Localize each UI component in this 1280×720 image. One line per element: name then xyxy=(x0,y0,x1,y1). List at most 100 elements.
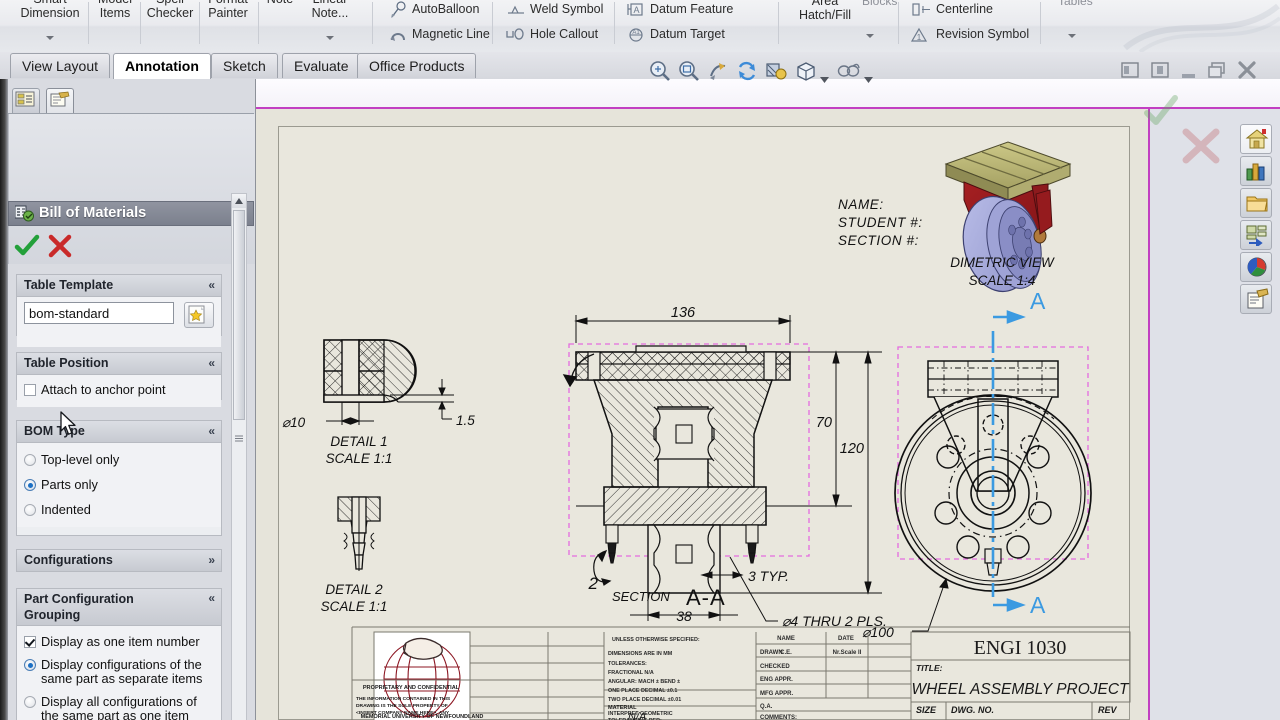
ribbon-item-weld-symbol[interactable]: Weld Symbol xyxy=(530,2,603,16)
custom-properties-icon[interactable] xyxy=(1240,284,1272,314)
ribbon-item-autoballoon[interactable]: AutoBalloon xyxy=(412,2,479,16)
centerline-icon[interactable] xyxy=(910,1,930,19)
radio-indented[interactable]: Indented xyxy=(24,503,214,517)
svg-text:A-A: A-A xyxy=(686,585,726,610)
radio-display-all-configs-one-item[interactable]: Display all configurations of the same p… xyxy=(24,695,214,720)
mouse-cursor xyxy=(60,411,78,442)
magnetic-line-icon[interactable] xyxy=(388,26,408,44)
hole-callout-icon[interactable] xyxy=(504,26,524,44)
view-toolbar xyxy=(256,79,1280,109)
svg-text:⌀100: ⌀100 xyxy=(862,624,894,640)
table-template-input[interactable] xyxy=(24,302,174,324)
chevron-down-icon[interactable] xyxy=(1068,34,1076,38)
property-manager-panel: Bill of Materials ? Table Template « xyxy=(0,79,256,720)
ribbon-item-centerline[interactable]: Centerline xyxy=(936,2,993,16)
ribbon-item-hole-callout[interactable]: Hole Callout xyxy=(530,27,598,41)
design-library-icon[interactable] xyxy=(1240,156,1272,186)
tab-sketch[interactable]: Sketch xyxy=(211,53,278,78)
property-manager-scrollbar[interactable] xyxy=(231,193,247,720)
engineering-drawing: NAME: STUDENT #: SECTION #: DIMETRIC VIE… xyxy=(282,141,1131,720)
tab-label: Office Products xyxy=(369,58,465,74)
section-header[interactable]: Table Position « xyxy=(17,353,221,375)
accept-check-icon[interactable] xyxy=(1142,94,1180,133)
revision-symbol-icon[interactable]: 1 xyxy=(908,26,928,44)
tb-qa-label: Q.A. xyxy=(760,704,773,710)
tab-office-products[interactable]: Office Products xyxy=(357,53,477,78)
ribbon-command-label: Area Hatch/Fill xyxy=(798,0,852,22)
detail-2-title: DETAIL 2 xyxy=(325,582,383,597)
radio-display-configs-separate-items[interactable]: Display configurations of the same part … xyxy=(24,658,214,686)
chevron-collapse-icon[interactable]: « xyxy=(208,590,215,606)
ribbon-command-linear-note[interactable]: Linear Note... xyxy=(304,0,356,20)
svg-text:SECTION: SECTION xyxy=(612,589,670,604)
ribbon-command-area-hatch-fill[interactable]: Area Hatch/Fill xyxy=(790,0,860,22)
ribbon-command-label: Linear Note... xyxy=(311,0,349,20)
cancel-x-icon[interactable] xyxy=(1180,127,1222,170)
tab-evaluate[interactable]: Evaluate xyxy=(282,53,361,78)
datum-feature-icon[interactable]: A xyxy=(626,1,646,19)
view-palette-icon[interactable] xyxy=(1240,220,1272,250)
tb-name-col: NAME xyxy=(777,636,795,642)
tab-label: Sketch xyxy=(223,58,266,74)
ribbon-item-label: Centerline xyxy=(936,2,993,16)
property-manager-confirm-bar xyxy=(14,234,134,260)
ribbon-command-model-items[interactable]: Model Items xyxy=(92,0,138,20)
autoballoon-icon[interactable] xyxy=(388,1,408,19)
ok-button[interactable] xyxy=(14,234,40,263)
appearances-scenes-icon[interactable] xyxy=(1240,252,1272,282)
ribbon-item-datum-feature[interactable]: Datum Feature xyxy=(650,2,733,16)
property-manager-tab[interactable] xyxy=(46,88,74,113)
ribbon-toolbar: Smart Dimension Model Items Spell Checke… xyxy=(0,0,1280,53)
chevron-collapse-icon[interactable]: « xyxy=(208,353,215,374)
section-header[interactable]: BOM Type « xyxy=(17,421,221,443)
checkbox-box xyxy=(24,636,36,648)
ribbon-command-smart-dimension[interactable]: Smart Dimension xyxy=(14,0,86,20)
file-explorer-icon[interactable] xyxy=(1240,188,1272,218)
weld-symbol-icon[interactable] xyxy=(506,1,526,19)
tb-company: ENGI 1030 xyxy=(974,637,1067,659)
tb-drawn-name: C.E. xyxy=(780,650,792,656)
ribbon-command-label: Note xyxy=(267,0,293,6)
section-header[interactable]: Configurations » xyxy=(17,550,221,571)
section-header[interactable]: Table Template « xyxy=(17,275,221,297)
scrollbar-thumb[interactable] xyxy=(233,210,245,420)
drawing-sheet[interactable]: NAME: STUDENT #: SECTION #: DIMETRIC VIE… xyxy=(256,109,1150,720)
cancel-button[interactable] xyxy=(47,234,73,263)
radio-parts-only[interactable]: Parts only xyxy=(24,478,214,492)
ribbon-item-revision-symbol[interactable]: Revision Symbol xyxy=(936,27,1029,41)
tab-view-layout[interactable]: View Layout xyxy=(10,53,111,78)
chevron-down-icon[interactable] xyxy=(866,34,874,38)
chevron-down-icon[interactable] xyxy=(326,36,334,40)
ribbon-command-note[interactable]: Note xyxy=(262,0,298,6)
favorite-star-icon[interactable] xyxy=(184,302,214,328)
ribbon-item-datum-target[interactable]: Datum Target xyxy=(650,27,725,41)
ribbon-command-spell-checker[interactable]: Spell Checker xyxy=(143,0,197,20)
ribbon-item-label: Magnetic Line xyxy=(412,27,490,41)
tb-oneplace-note: ONE PLACE DECIMAL ±0.1 xyxy=(608,688,677,694)
section-header[interactable]: Part Configuration Grouping « xyxy=(17,589,221,626)
bill-of-materials-icon xyxy=(14,205,34,231)
checkbox-display-as-one-item-number[interactable]: Display as one item number xyxy=(24,635,214,649)
scroll-up-arrow-icon[interactable] xyxy=(232,194,246,208)
attach-to-anchor-point-checkbox[interactable]: Attach to anchor point xyxy=(24,383,214,397)
radio-top-level-only[interactable]: Top-level only xyxy=(24,453,214,467)
tab-annotation[interactable]: Annotation xyxy=(113,53,211,79)
datum-target-icon[interactable]: A1 xyxy=(626,26,646,44)
chevron-expand-icon[interactable]: » xyxy=(208,550,215,571)
chevron-down-icon[interactable] xyxy=(46,36,54,40)
sw-resources-home-icon[interactable] xyxy=(1240,124,1272,154)
chevron-collapse-icon[interactable]: « xyxy=(208,421,215,442)
checkbox-label: Attach to anchor point xyxy=(41,382,166,397)
tab-label: Evaluate xyxy=(294,58,349,74)
section-title: Table Template xyxy=(24,278,114,292)
svg-text:A1: A1 xyxy=(632,30,640,36)
detail-1-view xyxy=(323,339,454,403)
ribbon-group-tables-title: Tables xyxy=(1058,0,1093,8)
tb-rev-label: REV xyxy=(1098,705,1118,715)
ribbon-command-label: Smart Dimension xyxy=(20,0,80,20)
ribbon-item-magnetic-line[interactable]: Magnetic Line xyxy=(412,27,490,41)
chevron-collapse-icon[interactable]: « xyxy=(208,275,215,296)
drawing-tree-tab[interactable] xyxy=(12,88,40,113)
ribbon-command-format-painter[interactable]: Format Painter xyxy=(201,0,255,20)
svg-text:A: A xyxy=(1030,288,1046,314)
